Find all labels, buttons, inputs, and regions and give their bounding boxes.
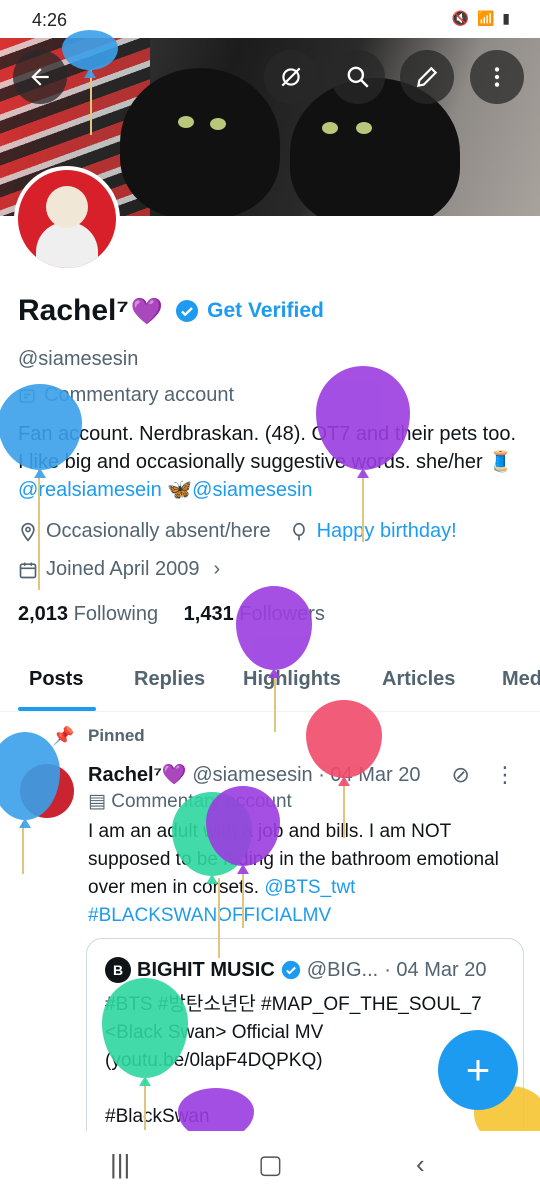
- balloon-string: [362, 472, 364, 542]
- bio-link-siamesesin[interactable]: @siamesesin: [192, 479, 312, 501]
- following-link[interactable]: 2,013 Following: [18, 603, 158, 625]
- tab-media[interactable]: Media: [502, 668, 540, 691]
- back-button[interactable]: [13, 50, 67, 104]
- recent-apps-icon[interactable]: |||: [110, 1149, 130, 1180]
- cat-eye: [322, 122, 338, 134]
- get-verified-link[interactable]: Get Verified: [207, 299, 324, 323]
- followers-count: 1,431: [183, 603, 234, 625]
- purple-heart-emoji: 💜: [130, 295, 164, 326]
- following-count: 2,013: [18, 603, 69, 625]
- more-vertical-icon: [494, 67, 500, 87]
- avatar-face: [46, 186, 88, 228]
- post-link-bts[interactable]: @BTS_twt: [264, 877, 355, 898]
- balloon-string: [274, 672, 276, 732]
- post-link-hashtag[interactable]: #BLACKSWANOFFICIALMV: [88, 905, 331, 926]
- status-icons: 🔇 📶 ▮: [451, 10, 512, 26]
- location-pin-icon: [21, 522, 35, 542]
- balloon-string: [218, 878, 220, 958]
- profile-name: Rachel⁷: [18, 294, 129, 327]
- more-button[interactable]: [470, 50, 524, 104]
- search-button[interactable]: [331, 50, 385, 104]
- active-tab-indicator: [18, 707, 96, 711]
- more-horizontal-icon[interactable]: ⋮: [494, 762, 516, 787]
- grok-button[interactable]: [264, 50, 318, 104]
- verified-badge-icon: [176, 300, 199, 322]
- balloon-string: [90, 70, 92, 135]
- balloon-icon: [292, 522, 305, 540]
- quote-account-name: BIGHIT MUSIC: [137, 958, 275, 981]
- profile-bio: Fan account. Nerdbraskan. (48). OT7 and …: [18, 420, 523, 504]
- post-author-name[interactable]: Rachel⁷💜: [88, 764, 187, 786]
- post-header: Rachel⁷💜 @siamesesin · 04 Mar 20: [88, 762, 420, 787]
- birthday-link[interactable]: Happy birthday!: [317, 520, 457, 543]
- pinned-label: Pinned: [88, 726, 145, 745]
- grok-icon[interactable]: ⊘: [451, 762, 469, 787]
- chevron-right-icon: ›: [213, 558, 221, 580]
- quote-handle: @BIG...: [306, 958, 379, 981]
- bio-emoji: 🦋: [161, 479, 193, 501]
- profile-name-row: Rachel⁷ 💜 Get Verified: [18, 294, 324, 328]
- compose-button[interactable]: +: [438, 1030, 518, 1110]
- verified-badge-icon: [281, 960, 300, 980]
- joined-row[interactable]: Joined April 2009 ›: [18, 558, 220, 581]
- back-nav-icon[interactable]: ‹: [416, 1149, 425, 1180]
- post-text: I am an adult with a job and bills. I am…: [88, 818, 508, 930]
- grok-icon: [281, 67, 301, 87]
- avatar-body: [36, 222, 98, 268]
- location-text: Occasionally absent/here: [46, 520, 271, 542]
- quote-date: · 04 Mar 20: [384, 958, 487, 981]
- home-icon[interactable]: ▢: [258, 1149, 283, 1180]
- tab-replies[interactable]: Replies: [134, 668, 205, 691]
- pin-icon: 📌: [52, 726, 75, 746]
- location-row: Occasionally absent/here Happy birthday!: [18, 520, 457, 543]
- tab-posts[interactable]: Posts: [29, 668, 83, 691]
- balloon-string: [242, 868, 244, 928]
- cat-eye: [178, 116, 194, 128]
- bio-text: Fan account. Nerdbraskan. (48). OT7 and …: [18, 423, 517, 473]
- system-nav-bar: ||| ▢ ‹: [0, 1131, 540, 1199]
- profile-avatar[interactable]: [14, 166, 120, 272]
- bighit-logo-icon: B: [105, 957, 131, 983]
- banner-cat-left: [120, 68, 280, 216]
- avatar-image: [18, 170, 116, 268]
- profile-handle: @siamesesin: [18, 348, 139, 370]
- quote-header: B BIGHIT MUSIC @BIG... · 04 Mar 20: [105, 957, 486, 983]
- following-label: Following: [73, 603, 159, 625]
- edit-icon: [416, 66, 438, 88]
- calendar-icon: [19, 562, 37, 578]
- tab-highlights[interactable]: Highlights: [243, 668, 341, 691]
- cat-eye: [210, 118, 226, 130]
- commentary-icon: ▤: [88, 791, 106, 812]
- tab-articles[interactable]: Articles: [382, 668, 455, 691]
- back-arrow-icon: [31, 68, 49, 86]
- balloon-string: [22, 822, 24, 874]
- balloon-string: [343, 778, 345, 838]
- balloon-string: [144, 1080, 146, 1130]
- status-time: 4:26: [32, 10, 68, 30]
- cat-eye: [356, 122, 372, 134]
- post-actions: ⊘ ⋮: [451, 762, 516, 788]
- edit-button[interactable]: [400, 50, 454, 104]
- joined-text: Joined April 2009: [46, 558, 200, 580]
- balloon-string: [38, 470, 40, 590]
- search-icon: [347, 66, 369, 88]
- post-author-handle: @siamesesin: [192, 764, 313, 786]
